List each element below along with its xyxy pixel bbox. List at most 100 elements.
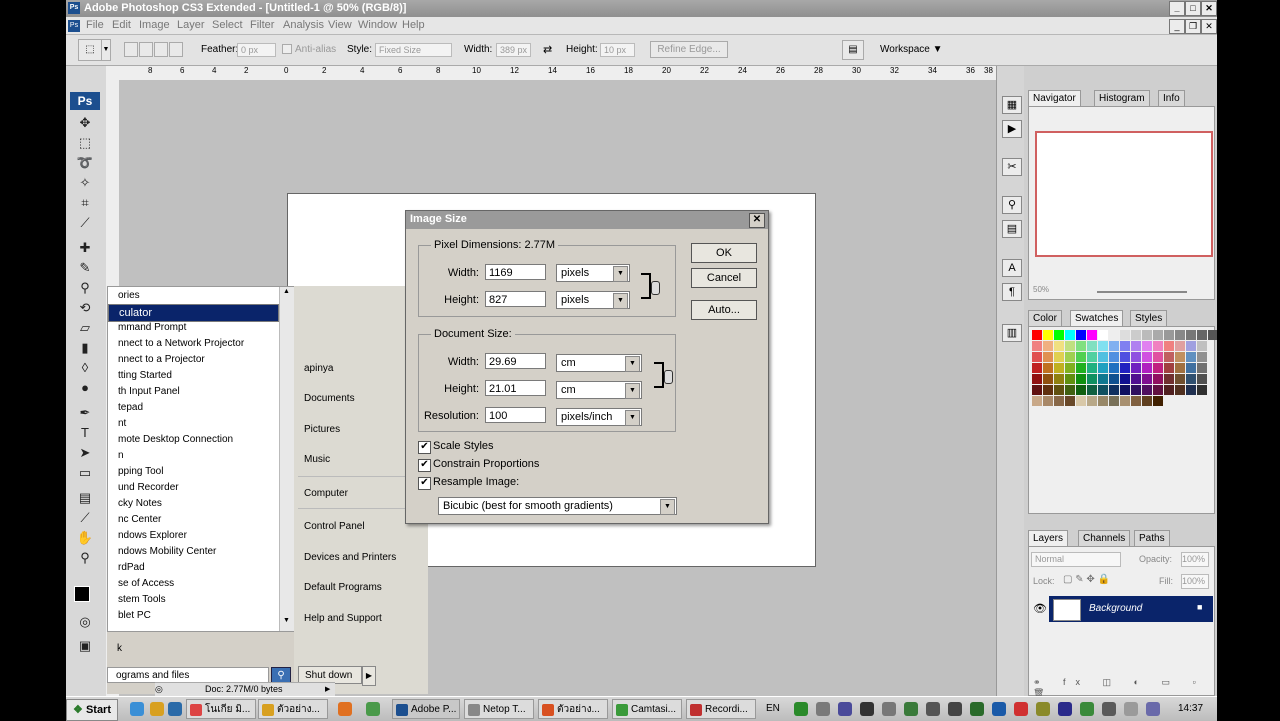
tray-icon[interactable] [948, 702, 962, 716]
tab-channels[interactable]: Channels [1078, 530, 1131, 546]
color-swatch[interactable] [1153, 330, 1163, 340]
doc-minimize-button[interactable]: _ [1169, 19, 1185, 34]
tray-icon[interactable] [1036, 702, 1050, 716]
color-swatch[interactable] [1120, 363, 1130, 373]
new-selection-icon[interactable] [124, 42, 138, 57]
color-swatch[interactable] [1164, 363, 1174, 373]
dock-paragraph-icon[interactable]: ¶ [1002, 283, 1022, 301]
program-item[interactable]: th Input Panel [118, 384, 180, 400]
program-item[interactable]: nnect to a Projector [118, 352, 205, 368]
program-item[interactable]: stem Tools [118, 592, 166, 608]
color-swatch[interactable] [1087, 330, 1097, 340]
ps-logo[interactable]: Ps [70, 92, 100, 110]
color-swatch[interactable] [1109, 396, 1119, 406]
color-swatch[interactable] [1076, 385, 1086, 395]
auto-button[interactable]: Auto... [691, 300, 757, 320]
program-item[interactable]: cky Notes [118, 496, 162, 512]
px-width-unit-select[interactable]: pixels ▼ [556, 264, 630, 282]
color-swatch[interactable] [1175, 363, 1185, 373]
dock-actions-icon[interactable]: ▶ [1002, 120, 1022, 138]
quicklaunch-firefox-icon[interactable] [338, 702, 352, 716]
gradient-tool-icon[interactable]: ▮ [76, 340, 94, 356]
program-item[interactable]: blet PC [118, 608, 151, 624]
color-swatch[interactable] [1142, 352, 1152, 362]
marquee-tool-icon[interactable]: ⬚ [76, 135, 94, 151]
color-swatch[interactable] [1065, 352, 1075, 362]
layer-row-background[interactable]: Background ■ [1049, 596, 1213, 622]
color-swatch[interactable] [1186, 330, 1196, 340]
tab-color[interactable]: Color [1028, 310, 1062, 326]
color-swatch[interactable] [1065, 385, 1075, 395]
color-swatch[interactable] [1098, 385, 1108, 395]
tray-icon[interactable] [1080, 702, 1094, 716]
px-height-input[interactable]: 827 [485, 291, 546, 307]
color-swatch[interactable] [1142, 341, 1152, 351]
notes-tool-icon[interactable]: ▤ [76, 490, 94, 506]
color-swatch[interactable] [1054, 352, 1064, 362]
pen-tool-icon[interactable]: ✒ [76, 405, 94, 421]
color-swatch[interactable] [1142, 396, 1152, 406]
doc-width-unit-select[interactable]: cm ▼ [556, 354, 642, 372]
swatch-grid[interactable] [1029, 327, 1273, 417]
search-programs-input[interactable]: ograms and files [107, 667, 269, 683]
color-swatch[interactable] [1131, 341, 1141, 351]
color-swatch[interactable] [1175, 374, 1185, 384]
style-select[interactable]: Fixed Size [375, 43, 452, 57]
tab-histogram[interactable]: Histogram [1094, 90, 1150, 106]
color-swatch[interactable] [1142, 374, 1152, 384]
color-swatch[interactable] [1065, 330, 1075, 340]
taskbar-powerpoint-window[interactable]: ตัวอย่าง... [538, 699, 608, 719]
doc-close-button[interactable]: ✕ [1201, 19, 1217, 34]
tray-icon[interactable] [992, 702, 1006, 716]
tray-icon[interactable] [838, 702, 852, 716]
color-swatch[interactable] [1087, 374, 1097, 384]
move-tool-icon[interactable]: ✥ [76, 115, 94, 131]
lock-icons[interactable]: ▢ ✎ ✥ 🔒 [1063, 574, 1110, 585]
taskbar-netop-window[interactable]: Netop T... [464, 699, 534, 719]
tray-icon[interactable] [1058, 702, 1072, 716]
color-swatch[interactable] [1197, 385, 1207, 395]
quicklaunch-media-icon[interactable] [168, 702, 182, 716]
menu-analysis[interactable]: Analysis [283, 19, 324, 31]
menu-window[interactable]: Window [358, 19, 397, 31]
program-item[interactable]: ndows Explorer [118, 528, 187, 544]
eraser-tool-icon[interactable]: ▱ [76, 320, 94, 336]
color-swatch[interactable] [1153, 374, 1163, 384]
programs-scrollbar[interactable]: ▲ ▼ [279, 287, 294, 631]
color-swatch[interactable] [1186, 385, 1196, 395]
color-swatch[interactable] [1120, 385, 1130, 395]
program-item[interactable]: rdPad [118, 560, 145, 576]
color-swatch[interactable] [1109, 330, 1119, 340]
color-swatch[interactable] [1098, 396, 1108, 406]
color-swatch[interactable] [1153, 363, 1163, 373]
scale-styles-checkbox[interactable]: ✔ [418, 441, 431, 454]
color-swatch[interactable] [1131, 330, 1141, 340]
color-swatch[interactable] [1098, 363, 1108, 373]
intersect-selection-icon[interactable] [169, 42, 183, 57]
color-swatch[interactable] [1197, 363, 1207, 373]
program-item[interactable]: tting Started [118, 368, 172, 384]
color-swatch[interactable] [1065, 374, 1075, 384]
color-swatch[interactable] [1087, 396, 1097, 406]
shutdown-options-arrow-icon[interactable]: ▶ [362, 666, 376, 686]
color-swatch[interactable] [1109, 341, 1119, 351]
px-width-input[interactable]: 1169 [485, 264, 546, 280]
color-swatch[interactable] [1065, 341, 1075, 351]
tray-icon[interactable] [882, 702, 896, 716]
dock-brushes-icon[interactable]: ▦ [1002, 96, 1022, 114]
hand-tool-icon[interactable]: ✋ [76, 530, 94, 546]
color-swatch[interactable] [1076, 352, 1086, 362]
constrain-proportions-checkbox[interactable]: ✔ [418, 459, 431, 472]
ps-menu-icon[interactable]: Ps [68, 20, 80, 32]
px-height-unit-select[interactable]: pixels ▼ [556, 291, 630, 309]
tab-navigator[interactable]: Navigator [1028, 90, 1081, 106]
healing-brush-icon[interactable]: ✚ [76, 240, 94, 256]
tool-preset-picker[interactable]: ⬚ [78, 39, 102, 61]
color-swatch[interactable] [1043, 363, 1053, 373]
color-swatch[interactable] [1109, 385, 1119, 395]
color-swatch[interactable] [1153, 341, 1163, 351]
language-indicator[interactable]: EN [766, 703, 780, 714]
program-item[interactable]: pping Tool [118, 464, 163, 480]
color-swatch[interactable] [1164, 385, 1174, 395]
color-swatch[interactable] [1120, 352, 1130, 362]
